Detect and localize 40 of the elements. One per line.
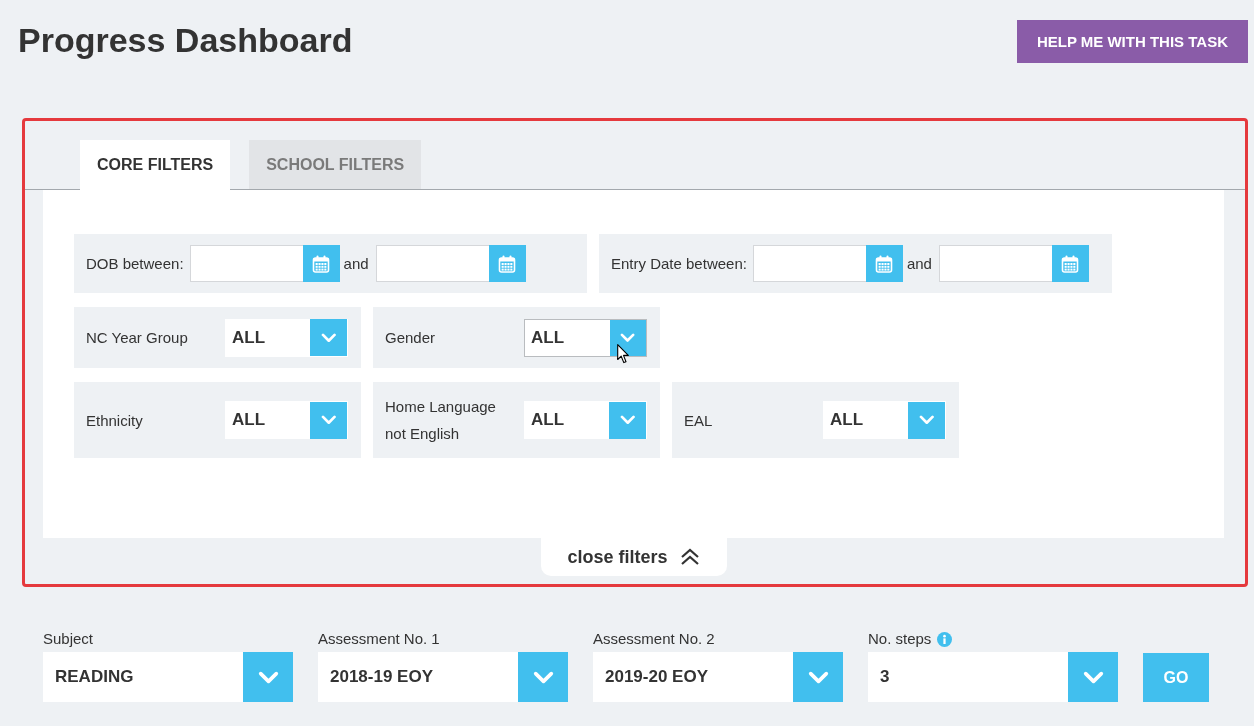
filter-select[interactable]: ALL: [225, 401, 348, 439]
filter-label: EAL: [684, 410, 714, 431]
calendar-button[interactable]: [488, 245, 526, 282]
calendar-button[interactable]: [302, 245, 340, 282]
calendar-icon: [312, 254, 331, 273]
calendar-icon: [1061, 254, 1080, 273]
filter-select[interactable]: ALL: [823, 401, 946, 439]
calendar-icon: [875, 254, 894, 273]
filter-select[interactable]: ALL: [524, 401, 647, 439]
date-input[interactable]: [752, 245, 866, 282]
help-button[interactable]: HELP ME WITH THIS TASK: [1016, 20, 1248, 63]
option-select[interactable]: 2019-20 EOY: [593, 652, 843, 702]
option-select[interactable]: READING: [43, 652, 293, 702]
filter-label: Home Language not English: [385, 397, 497, 444]
chevrons-up-icon: [679, 548, 700, 566]
close-filters-button[interactable]: close filters: [540, 538, 727, 576]
option-label: Subject: [43, 629, 94, 649]
connector-label: and: [343, 255, 369, 272]
calendar-button[interactable]: [865, 245, 903, 282]
filter-label: Entry Date between:: [611, 254, 747, 274]
date-input[interactable]: [938, 245, 1052, 282]
option-select[interactable]: 3: [868, 652, 1118, 702]
info-icon[interactable]: [937, 631, 953, 647]
filter-tab[interactable]: CORE FILTERS: [80, 140, 231, 190]
calendar-icon: [498, 254, 517, 273]
option-label: Assessment No. 2: [593, 629, 715, 649]
filter-label: DOB between:: [86, 254, 184, 274]
page-title: Progress Dashboard: [18, 20, 353, 60]
date-input[interactable]: [375, 245, 489, 282]
mouse-pointer-icon: [617, 343, 630, 364]
filter-label: Gender: [385, 328, 437, 348]
filter-label: NC Year Group: [86, 328, 189, 348]
filter-select[interactable]: ALL: [225, 318, 348, 357]
date-input[interactable]: [189, 245, 303, 282]
filter-label: Ethnicity: [86, 410, 144, 431]
calendar-button[interactable]: [1051, 245, 1089, 282]
option-label: No. steps: [868, 629, 932, 649]
option-label: Assessment No. 1: [318, 629, 440, 649]
connector-label: and: [906, 255, 932, 272]
option-select[interactable]: 2018-19 EOY: [318, 652, 568, 702]
